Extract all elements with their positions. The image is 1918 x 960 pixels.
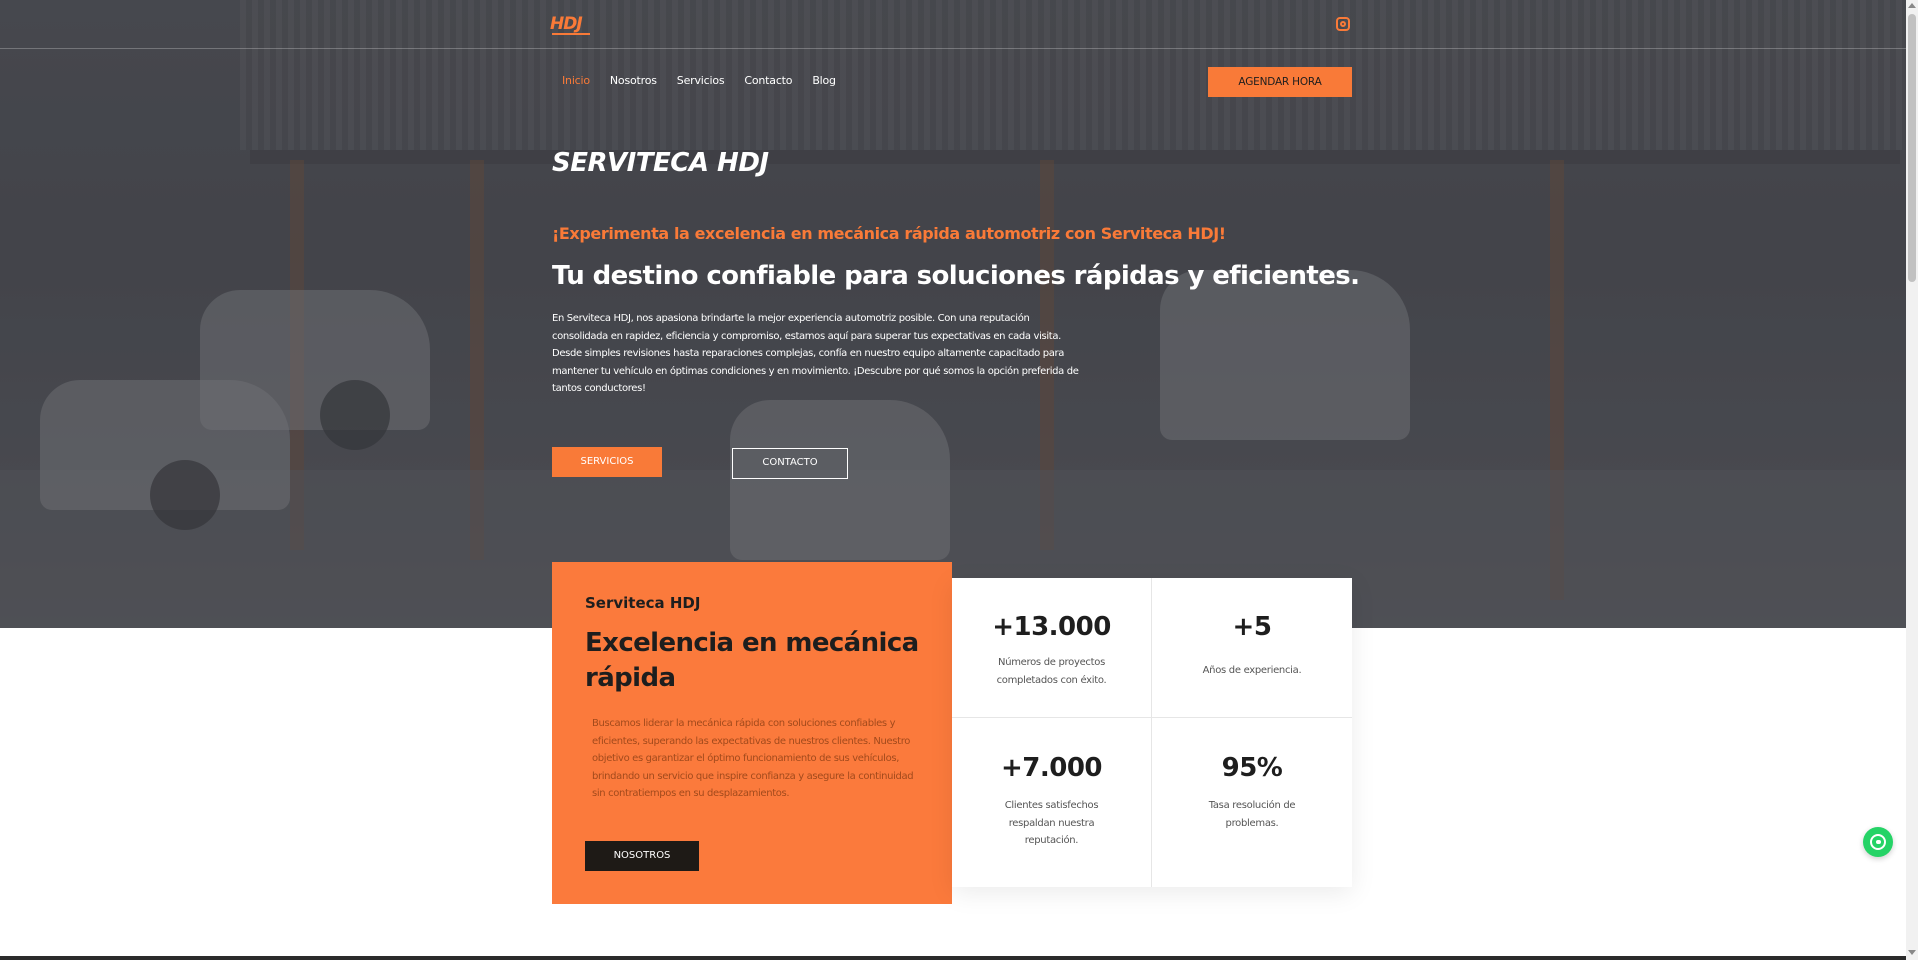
whatsapp-button[interactable] bbox=[1863, 827, 1893, 857]
servicios-button[interactable]: SERVICIOS bbox=[552, 447, 662, 477]
stat-value: +5 bbox=[1232, 612, 1272, 642]
stat-label: Clientes satisfechos respaldan nuestra r… bbox=[1004, 800, 1099, 847]
main-nav: Inicio Nosotros Servicios Contacto Blog bbox=[562, 74, 856, 87]
whatsapp-icon bbox=[1870, 834, 1886, 850]
hero-body-line: Desde simples revisiones hasta reparacio… bbox=[552, 348, 1065, 360]
logo-underline bbox=[552, 33, 590, 35]
stat-resolution-rate: 95% Tasa resolución de problemas. bbox=[1152, 718, 1352, 887]
hero-body-line: En Serviteca HDJ, nos apasiona brindarte… bbox=[552, 313, 1030, 324]
stat-label: Números de proyectos completados con éxi… bbox=[996, 657, 1107, 686]
agendar-hora-button[interactable]: AGENDAR HORA bbox=[1208, 67, 1352, 97]
hero-tagline: ¡Experimenta la excelencia en mecánica r… bbox=[552, 224, 1226, 243]
top-bar: HDJ bbox=[0, 0, 1906, 49]
hero-section: HDJ Inicio Nosotros Servicios Contacto B… bbox=[0, 0, 1906, 628]
nav-item-blog[interactable]: Blog bbox=[812, 74, 836, 87]
hero-subtitle: Tu destino confiable para soluciones ráp… bbox=[552, 261, 1360, 291]
hero-body-line: consolidada en rapidez, eficiencia y com… bbox=[552, 330, 1061, 342]
scrollbar-thumb[interactable] bbox=[1908, 14, 1916, 282]
hero-body-line: mantener tu vehículo en óptimas condicio… bbox=[552, 365, 1079, 377]
instagram-icon[interactable] bbox=[1336, 17, 1350, 31]
nosotros-button[interactable]: NOSOTROS bbox=[585, 841, 699, 871]
stats-grid: +13.000 Números de proyectos completados… bbox=[952, 578, 1352, 887]
stat-label: Años de experiencia. bbox=[1202, 665, 1302, 676]
about-card-title: Excelencia en mecánica rápida bbox=[585, 628, 919, 693]
site-logo[interactable]: HDJ bbox=[550, 12, 592, 36]
stat-projects: +13.000 Números de proyectos completados… bbox=[952, 578, 1152, 718]
scroll-up-arrow-icon[interactable] bbox=[1908, 3, 1916, 8]
bottom-strip bbox=[0, 956, 1906, 960]
hero-body-line: tantos conductores! bbox=[552, 383, 646, 395]
nav-item-servicios[interactable]: Servicios bbox=[677, 74, 725, 87]
nav-item-inicio[interactable]: Inicio bbox=[562, 74, 590, 87]
stat-value: 95% bbox=[1221, 753, 1283, 783]
stat-value: +13.000 bbox=[992, 612, 1111, 642]
stat-years: +5 Años de experiencia. bbox=[1152, 578, 1352, 718]
about-card-body: Buscamos liderar la mecánica rápida con … bbox=[592, 718, 914, 800]
stat-label: Tasa resolución de problemas. bbox=[1208, 800, 1296, 829]
logo-text: HDJ bbox=[550, 14, 583, 34]
about-card: Serviteca HDJ Excelencia en mecánica ráp… bbox=[552, 562, 952, 904]
contacto-button[interactable]: CONTACTO bbox=[732, 448, 848, 479]
stat-clients: +7.000 Clientes satisfechos respaldan nu… bbox=[952, 718, 1152, 887]
hero-body: En Serviteca HDJ, nos apasiona brindarte… bbox=[552, 310, 1082, 398]
nav-item-nosotros[interactable]: Nosotros bbox=[610, 74, 657, 87]
about-card-eyebrow: Serviteca HDJ bbox=[585, 594, 701, 612]
page: HDJ Inicio Nosotros Servicios Contacto B… bbox=[0, 0, 1918, 960]
stat-value: +7.000 bbox=[1000, 753, 1103, 783]
hero-title: SERVITECA HDJ bbox=[552, 148, 769, 178]
scroll-down-arrow-icon[interactable] bbox=[1908, 950, 1916, 955]
page-scrollbar[interactable] bbox=[1906, 0, 1918, 960]
nav-item-contacto[interactable]: Contacto bbox=[744, 74, 792, 87]
